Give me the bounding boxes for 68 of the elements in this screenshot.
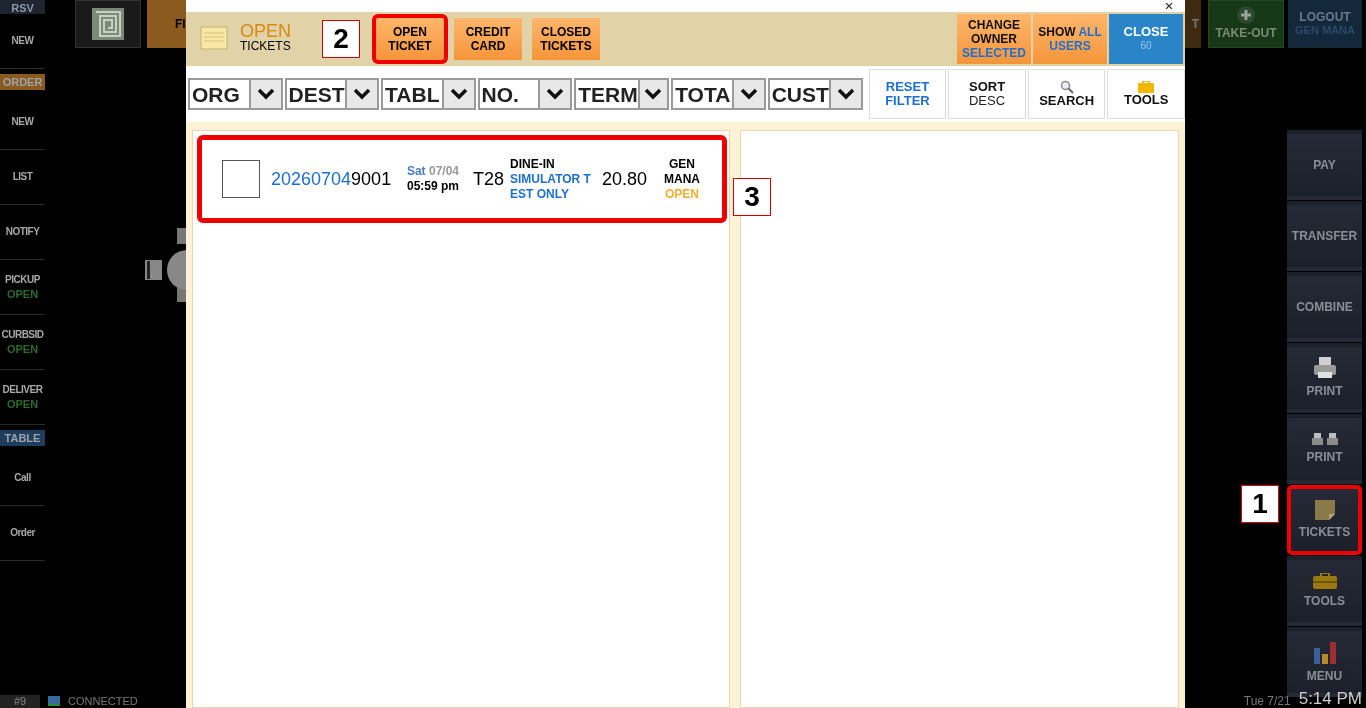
sort-button[interactable]: SORT DESC bbox=[948, 69, 1026, 119]
dialog-title: OPEN bbox=[240, 24, 292, 39]
order-type: DINE-IN bbox=[510, 156, 556, 172]
bar-chart-icon bbox=[1312, 639, 1337, 664]
logo-tile[interactable] bbox=[75, 0, 141, 48]
ticket-note: SIMULATOR T bbox=[510, 171, 592, 187]
side-action-button[interactable]: PAY bbox=[1287, 130, 1362, 200]
filter-dropdown[interactable]: TABL bbox=[381, 78, 476, 110]
chevron-down-icon bbox=[546, 88, 565, 100]
network-icon bbox=[48, 696, 60, 706]
chevron-down-icon bbox=[739, 88, 758, 100]
ticket-number: 202607049001 bbox=[271, 167, 393, 191]
section-label: TABLE bbox=[0, 429, 45, 447]
take-out-button[interactable]: TAKE-OUT bbox=[1208, 0, 1284, 48]
toolbox-icon bbox=[1312, 572, 1337, 589]
checkbox[interactable] bbox=[222, 160, 260, 198]
table-number: T28 bbox=[473, 167, 505, 191]
ticket-date: Sat 07/04 bbox=[406, 164, 459, 179]
callout-number: 2 bbox=[322, 20, 360, 58]
close-button[interactable]: CLOSE 60 bbox=[1109, 14, 1183, 64]
note-icon bbox=[1314, 499, 1335, 520]
tab-button[interactable]: OPEN TICKET bbox=[372, 14, 448, 64]
side-action-button[interactable]: TOOLS bbox=[1287, 556, 1362, 626]
station-label: #9 bbox=[0, 694, 40, 708]
filter-dropdown[interactable]: TOTA bbox=[671, 78, 766, 110]
side-action-button[interactable]: TRANSFER bbox=[1287, 201, 1362, 271]
tickets-button[interactable]: TICKETS bbox=[1287, 485, 1362, 555]
spiral-logo-icon bbox=[92, 8, 124, 40]
ticket-status: OPEN bbox=[665, 186, 700, 202]
dialog-subtitle: TICKETS bbox=[240, 39, 292, 54]
close-icon[interactable] bbox=[1165, 3, 1175, 9]
filter-dropdown[interactable]: CUST bbox=[767, 78, 863, 110]
chevron-down-icon bbox=[836, 88, 855, 100]
chevron-down-icon bbox=[644, 88, 663, 100]
notepad-icon bbox=[200, 25, 228, 53]
tools-button[interactable]: TOOLS bbox=[1107, 69, 1185, 119]
show-all-users-button[interactable]: SHOW ALL USERS bbox=[1033, 14, 1107, 64]
callout-number: 1 bbox=[1241, 485, 1279, 523]
side-action-button[interactable]: COMBINE bbox=[1287, 272, 1362, 342]
search-button[interactable]: SEARCH bbox=[1027, 69, 1106, 119]
side-action-button[interactable]: PRINT bbox=[1287, 414, 1362, 484]
printers-icon bbox=[1311, 432, 1338, 445]
side-action-button[interactable]: PRINT bbox=[1287, 343, 1362, 413]
callout-number: 3 bbox=[733, 178, 771, 216]
section-label: ORDER bbox=[0, 73, 45, 91]
filter-dropdown[interactable]: ORG bbox=[188, 78, 283, 110]
printer-icon bbox=[1312, 356, 1337, 379]
filter-dropdown[interactable]: NO. bbox=[477, 78, 573, 110]
ticket-note: EST ONLY bbox=[510, 186, 570, 202]
chevron-down-icon bbox=[353, 88, 372, 100]
toolbox-icon bbox=[1138, 81, 1155, 93]
connection-status: CONNECTED bbox=[68, 694, 138, 708]
menu-tile[interactable]: FI bbox=[147, 0, 187, 48]
chevron-down-icon bbox=[256, 88, 275, 100]
plus-icon bbox=[1237, 6, 1255, 24]
date-label: Tue 7/21 bbox=[1243, 694, 1291, 708]
reset-button[interactable]: RESET FILTER bbox=[868, 69, 947, 119]
ticket-time: 05:59 pm bbox=[406, 179, 459, 194]
owner-name: GEN bbox=[669, 156, 696, 172]
filter-dropdown[interactable]: DEST bbox=[284, 78, 380, 110]
search-icon bbox=[1059, 80, 1074, 94]
chevron-down-icon bbox=[449, 88, 468, 100]
ticket-total: 20.80 bbox=[602, 167, 649, 191]
owner-name: MANA bbox=[664, 171, 701, 187]
ticket-row[interactable]: 202607049001 Sat 07/04 05:59 pm T28 DINE-IN SIMULATOR T EST ONLY 20.80 GEN MANA OPEN bbox=[197, 135, 727, 223]
change-owner-button[interactable]: CHANGE OWNER SELECTED bbox=[957, 14, 1031, 64]
sidebar-item[interactable]: NEW bbox=[0, 14, 45, 69]
filter-dropdown[interactable]: TERM bbox=[574, 78, 670, 110]
